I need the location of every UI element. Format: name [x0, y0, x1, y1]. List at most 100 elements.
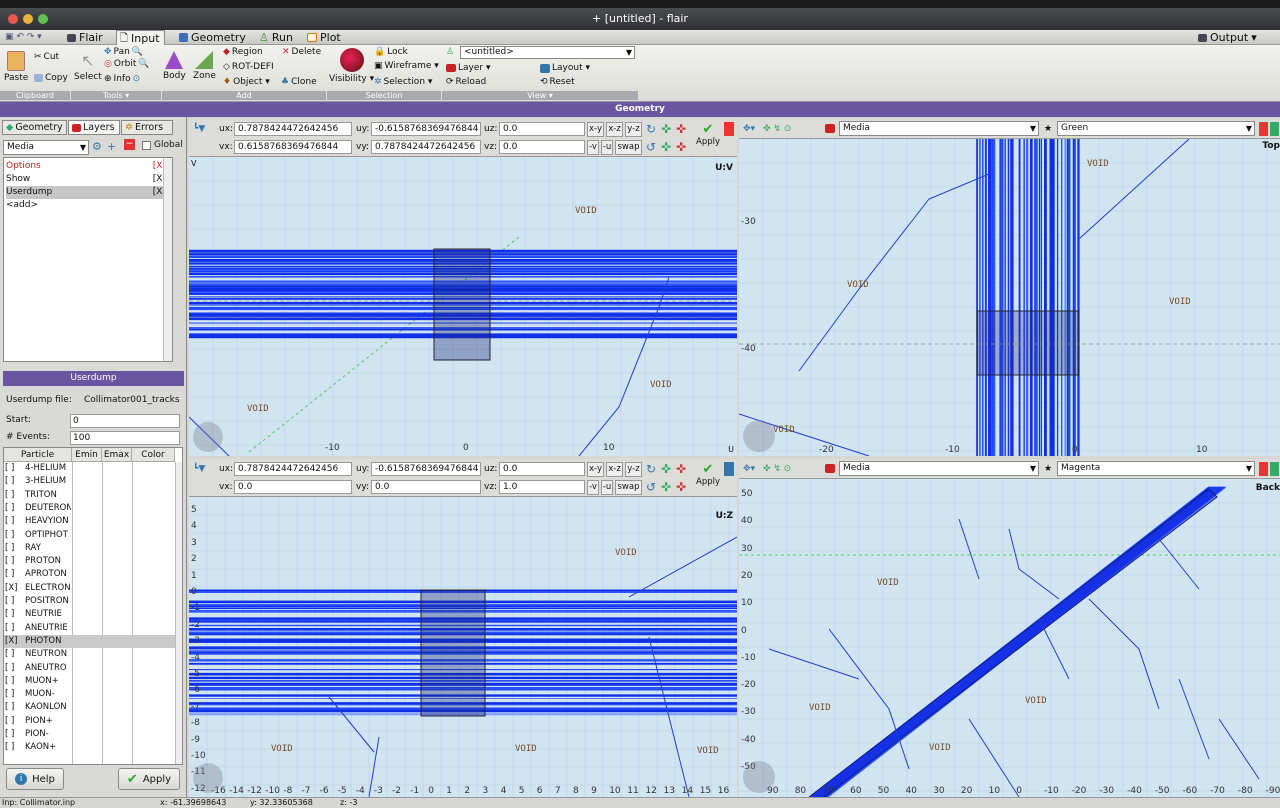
particle-checkbox[interactable]: [ ] — [5, 701, 23, 714]
uz-input[interactable]: 0.0 — [499, 462, 585, 476]
paste-button[interactable]: Paste — [4, 51, 28, 83]
viewport-blue-marker[interactable] — [724, 462, 734, 476]
remove-layer-icon[interactable]: − — [124, 139, 135, 150]
table-row[interactable]: [ ] PION+ — [4, 715, 182, 728]
rotate-cw-icon[interactable]: ↻ — [646, 462, 656, 476]
media-combo[interactable]: Media — [839, 121, 1039, 136]
clone-button[interactable]: ♣ Clone — [281, 77, 317, 87]
vx-input[interactable]: 0.6158768369476844 — [234, 140, 352, 154]
move-icon[interactable]: ✜ — [661, 462, 671, 476]
layer-media-combo[interactable]: Media — [3, 140, 89, 155]
move-tool-icon[interactable]: ✥▾ — [743, 462, 755, 476]
close-window-button[interactable] — [8, 14, 18, 24]
particle-checkbox[interactable]: [ ] — [5, 555, 23, 568]
yz-button[interactable]: y-z — [625, 462, 642, 477]
untitled-combo[interactable]: <untitled> — [460, 46, 635, 59]
plot-canvas-uv[interactable]: VOID VOID VOID U:V V U -10 0 10 — [189, 157, 737, 456]
maximize-window-button[interactable] — [38, 14, 48, 24]
neg-v-button[interactable]: -v — [587, 140, 599, 155]
plot-canvas-top[interactable]: VOID VOID VOID VOID Top -30 -40 -20 -10 … — [739, 139, 1280, 456]
layer-settings-icon[interactable]: ⚙ — [92, 140, 102, 153]
zoom-tool-icon[interactable]: ✜ ↯ ⊙ — [763, 462, 791, 476]
table-row[interactable]: [ ] ANEUTRO — [4, 662, 182, 675]
col-color[interactable]: Color — [132, 448, 175, 462]
layout-button[interactable]: Layout ▾ — [540, 63, 590, 73]
orientation-gizmo[interactable] — [743, 761, 775, 793]
cut-button[interactable]: ✂ Cut — [34, 52, 59, 62]
ux-input[interactable]: 0.7878424472642456 — [234, 462, 352, 476]
table-row[interactable]: [ ] 3-HELIUM — [4, 475, 182, 488]
ux-input[interactable]: 0.7878424472642456 — [234, 122, 352, 136]
neg-u-button[interactable]: -u — [601, 480, 613, 495]
vz-input[interactable]: 1.0 — [499, 480, 585, 494]
star-icon[interactable]: ★ — [1044, 462, 1052, 476]
orbit-button[interactable]: ◎ Orbit 🔍 — [104, 59, 150, 69]
orientation-gizmo[interactable] — [743, 420, 775, 452]
tab-errors[interactable]: ✲ Errors — [121, 120, 173, 135]
move-tool-icon[interactable]: ✥▾ — [743, 122, 755, 136]
axes-tool-icon[interactable]: ┗▼ — [193, 122, 205, 136]
apply-view-button[interactable]: ✔ Apply — [695, 462, 721, 494]
move-red-icon[interactable]: ✜ — [676, 122, 686, 136]
remove-view-icon[interactable] — [1259, 462, 1268, 476]
rotate-ccw-icon[interactable]: ↺ — [646, 480, 656, 494]
color-combo[interactable]: Magenta — [1057, 461, 1255, 476]
zone-button[interactable]: Zone — [193, 51, 216, 81]
yz-button[interactable]: y-z — [625, 122, 642, 137]
add-view-icon[interactable] — [1270, 462, 1279, 476]
apply-view-button[interactable]: ✔ Apply — [695, 122, 721, 154]
selection-button[interactable]: ✲ Selection ▾ — [374, 77, 432, 87]
swap-button[interactable]: swap — [615, 480, 642, 495]
global-checkbox[interactable] — [142, 141, 151, 150]
particle-checkbox[interactable]: [ ] — [5, 515, 23, 528]
viewport-red-marker[interactable] — [724, 122, 734, 136]
particle-checkbox[interactable]: [ ] — [5, 741, 23, 754]
particle-checkbox[interactable]: [ ] — [5, 662, 23, 675]
userdump-file-value[interactable]: Collimator001_tracks — [84, 395, 180, 405]
table-row[interactable]: [ ] NEUTRON — [4, 648, 182, 661]
apply-button[interactable]: ✔ Apply — [118, 768, 180, 790]
swap-button[interactable]: swap — [615, 140, 642, 155]
uz-input[interactable]: 0.0 — [499, 122, 585, 136]
particle-checkbox[interactable]: [ ] — [5, 622, 23, 635]
group-view[interactable]: View ▾ — [442, 91, 638, 100]
col-emax[interactable]: Emax — [102, 448, 132, 462]
media-combo[interactable]: Media — [839, 461, 1039, 476]
particle-checkbox[interactable]: [ ] — [5, 648, 23, 661]
group-tools[interactable]: Tools ▾ — [71, 91, 161, 100]
help-button[interactable]: i Help — [6, 768, 64, 790]
move-z-icon[interactable]: ✜ — [661, 140, 671, 154]
visibility-button[interactable]: Visibility ▾ — [329, 48, 374, 84]
table-row[interactable]: [ ] MUON- — [4, 688, 182, 701]
zoom-tool-icon[interactable]: ✜ ↯ ⊙ — [763, 122, 791, 136]
particle-checkbox[interactable]: [ ] — [5, 489, 23, 502]
move-z-icon[interactable]: ✜ — [661, 480, 671, 494]
table-row[interactable]: [ ] DEUTERON — [4, 502, 182, 515]
particle-checkbox[interactable]: [X] — [5, 635, 23, 648]
xy-button[interactable]: x-y — [587, 122, 604, 137]
vx-input[interactable]: 0.0 — [234, 480, 352, 494]
xz-button[interactable]: x-z — [606, 462, 623, 477]
vy-input[interactable]: 0.0 — [371, 480, 481, 494]
color-combo[interactable]: Green — [1057, 121, 1255, 136]
particle-checkbox[interactable]: [ ] — [5, 529, 23, 542]
add-view-icon[interactable] — [1270, 122, 1279, 136]
move-red2-icon[interactable]: ✜ — [676, 480, 686, 494]
layer-item[interactable]: Options [X] — [6, 160, 170, 173]
tab-input[interactable]: 🗋 Input — [116, 30, 165, 45]
particle-checkbox[interactable]: [ ] — [5, 715, 23, 728]
rot-defi-button[interactable]: ◇ ROT-DEFI — [223, 62, 274, 72]
col-emin[interactable]: Emin — [72, 448, 102, 462]
rotate-ccw-icon[interactable]: ↺ — [646, 140, 656, 154]
output-menu[interactable]: Output ▾ — [1195, 30, 1261, 45]
table-row[interactable]: [ ] 4-HELIUM — [4, 462, 182, 475]
table-row[interactable]: [ ] NEUTRIE — [4, 608, 182, 621]
move-red-icon[interactable]: ✜ — [676, 462, 686, 476]
uy-input[interactable]: -0.6158768369476844 — [371, 122, 481, 136]
table-row[interactable]: [ ] ANEUTRIE — [4, 622, 182, 635]
col-particle[interactable]: Particle — [4, 448, 72, 462]
table-row[interactable]: [ ] TRITON — [4, 489, 182, 502]
copy-button[interactable]: Copy — [34, 73, 68, 83]
body-button[interactable]: Body — [163, 51, 186, 81]
plot-canvas-uz[interactable]: VOID VOID VOID VOID U:Z 5 4 3 2 1 0 -1 -2 -3 -4 -5… — [189, 497, 737, 797]
